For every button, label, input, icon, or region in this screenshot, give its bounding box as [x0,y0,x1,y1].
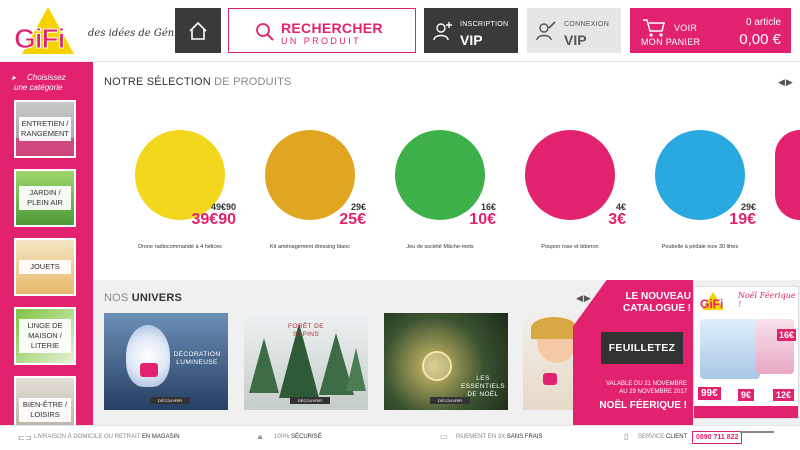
univers-card-essentials[interactable]: LES ESSENTIELS DE NOËL DÉCOUVRIR [384,313,508,410]
selection-carousel-arrows[interactable]: ◀▶ [778,77,794,88]
product-price: 4€ 3€ [608,202,626,228]
sidebar-item-label: LINGE DE MAISON / LITERIE [19,319,71,353]
prev-arrow-icon[interactable]: ◀ [778,77,786,87]
gifi-logo: GiFi [698,291,728,311]
card-icon: ▭ [440,432,448,441]
page: GiFi des idées de Génie ! RECHERCHER UN … [0,0,800,450]
browse-catalog-button[interactable]: FEUILLETEZ [601,332,683,364]
cart-total: 0,00 € [739,31,781,48]
product-price: 29€ 19€ [729,202,756,228]
product-name[interactable]: Jeu de société Mâche-mots [380,244,500,250]
new-price: 19€ [729,211,756,228]
sidebar-item-jouets[interactable]: JOUETS [14,238,76,296]
univers-card-button[interactable]: DÉCOUVRIR [150,397,190,404]
cover-price: 16€ [776,329,796,341]
catalog-validity: VALABLE DU 21 NOVEMBRE AU 29 NOVEMBRE 201… [606,381,687,395]
product-card[interactable]: 29€ 25€ Kit aménagement dressing blanc [250,128,370,258]
search-icon [256,23,274,41]
footer: ⊏⊐ LIVRAISON À DOMICILE OU RETRAIT EN MA… [0,425,800,450]
catalog-title: NOËL FÉERIQUE ! [599,400,687,411]
cart-button[interactable]: VOIR MON PANIER 0 article 0,00 € [630,8,791,53]
univers-card-text: DÉCORATION LUMINEUSE [173,351,221,366]
product-card[interactable]: 16€ 10€ Jeu de société Mâche-mots [380,128,500,258]
secure-info: 100% SÉCURISÉ [274,434,322,440]
catalog-headline: LE NOUVEAU CATALOGUE ! [623,291,691,314]
truck-icon: ⊏⊐ [18,433,32,442]
new-price: 10€ [469,211,496,228]
product-card[interactable]: 4€ 3€ Poupon rose et biberon [510,128,630,258]
sidebar-item-jardin[interactable]: JARDIN / PLEIN AIR [14,169,76,227]
sidebar-item-entretien[interactable]: ENTRETIEN / RANGEMENT [14,100,76,158]
vip-login-big: VIP [564,32,587,48]
cart-count: 0 article [745,17,781,28]
product-image[interactable] [525,130,615,220]
svg-text:GiFi: GiFi [14,23,64,54]
univers-card-text: LES ESSENTIELS DE NOËL [460,375,506,398]
search-label: RECHERCHER [281,20,383,36]
choose-category-hint: ▸ Choisissez une catégorie [12,73,66,93]
product-price: 49€90 39€90 [192,202,237,228]
user-add-icon [433,22,452,41]
product-name[interactable]: Poupon rose et biberon [510,244,630,250]
sidebar-item-label: ENTRETIEN / RANGEMENT [19,117,71,141]
vip-signup-big: VIP [460,32,483,48]
product-card[interactable]: 49€90 39€90 Drone radiocommandé à 4 hélice… [120,128,240,258]
service-phone[interactable]: 0890 711 822 [692,431,743,444]
product-price: 16€ 10€ [469,202,496,228]
service-info: SERVICE CLIENT [638,434,688,440]
catalog-cover[interactable]: GiFi Noël Féerique ! 16€ 99€ 9€ 12€ [693,286,799,419]
payment-info: PAIEMENT EN 3X SANS FRAIS [456,434,543,440]
delivery-info: LIVRAISON À DOMICILE OU RETRAIT EN MAGAS… [34,434,180,440]
phone-icon: ▯ [624,432,629,441]
univers-title: NOS UNIVERS [104,292,183,304]
next-arrow-icon[interactable]: ▶ [786,77,794,87]
sidebar-item-linge[interactable]: LINGE DE MAISON / LITERIE [14,307,76,365]
product-name[interactable]: Poubelle à pédale inox 30 litres [640,244,760,250]
product-card[interactable]: 29€ 19€ Poubelle à pédale inox 30 litres [640,128,760,258]
user-edit-icon [536,21,556,41]
cover-price: 9€ [738,389,755,401]
univers-card-text: FORÊT DE SAPINS [288,323,324,338]
choose-line1: Choisissez [27,73,66,82]
vip-signup-button[interactable]: INSCRIPTION VIP [424,8,518,53]
choose-line2: une catégorie [14,83,63,92]
vip-login-small: CONNEXION [564,21,610,28]
search-sublabel: UN PRODUIT [281,36,361,46]
vip-login-button[interactable]: CONNEXION VIP [527,8,621,53]
cover-price: 12€ [772,389,794,401]
cover-price: 99€ [698,387,721,400]
catalog-promo[interactable]: LE NOUVEAU CATALOGUE ! FEUILLETEZ VALABLE… [573,280,800,425]
header: GiFi des idées de Génie ! RECHERCHER UN … [0,0,800,62]
arrow-icon: ▸ [12,73,17,82]
search-button[interactable]: RECHERCHER UN PRODUIT [228,8,416,53]
new-price: 25€ [339,211,366,228]
call-cost-badge [740,431,774,433]
sidebar-item-label: JOUETS [19,260,71,274]
lock-icon: 🔒︎ [258,432,263,441]
cart-label-line1: VOIR [674,23,698,33]
univers-card-button[interactable]: DÉCOUVRIR [430,397,470,404]
svg-text:GiFi: GiFi [700,297,723,311]
sidebar-item-label: BIEN-ÊTRE / LOISIRS [19,398,71,422]
gifi-logo[interactable]: GiFi [10,6,85,56]
product-name[interactable]: Drone radiocommandé à 4 hélices [120,244,240,250]
univers-card-button[interactable]: DÉCOUVRIR [290,397,330,404]
category-sidebar: ▸ Choisissez une catégorie ENTRETIEN / RA… [0,62,93,434]
product-price: 29€ 25€ [339,202,366,228]
cover-title: Noël Féerique ! [738,291,796,309]
new-price: 3€ [608,211,626,228]
cart-label-line2: MON PANIER [641,37,701,47]
cart-icon [643,19,665,37]
univers-card-lights[interactable]: DÉCORATION LUMINEUSE DÉCOUVRIR [104,313,228,410]
product-name[interactable]: Kit aménagement dressing blanc [250,244,370,250]
selection-title: NOTRE SÉLECTION DE PRODUITS [104,76,292,88]
univers-card-trees[interactable]: FORÊT DE SAPINS DÉCOUVRIR [244,313,368,410]
home-button[interactable] [175,8,221,53]
vip-signup-small: INSCRIPTION [460,21,509,28]
home-icon [189,21,207,40]
sidebar-item-label: JARDIN / PLEIN AIR [19,186,71,210]
product-partial[interactable] [775,130,800,220]
new-price: 39€90 [191,211,237,228]
